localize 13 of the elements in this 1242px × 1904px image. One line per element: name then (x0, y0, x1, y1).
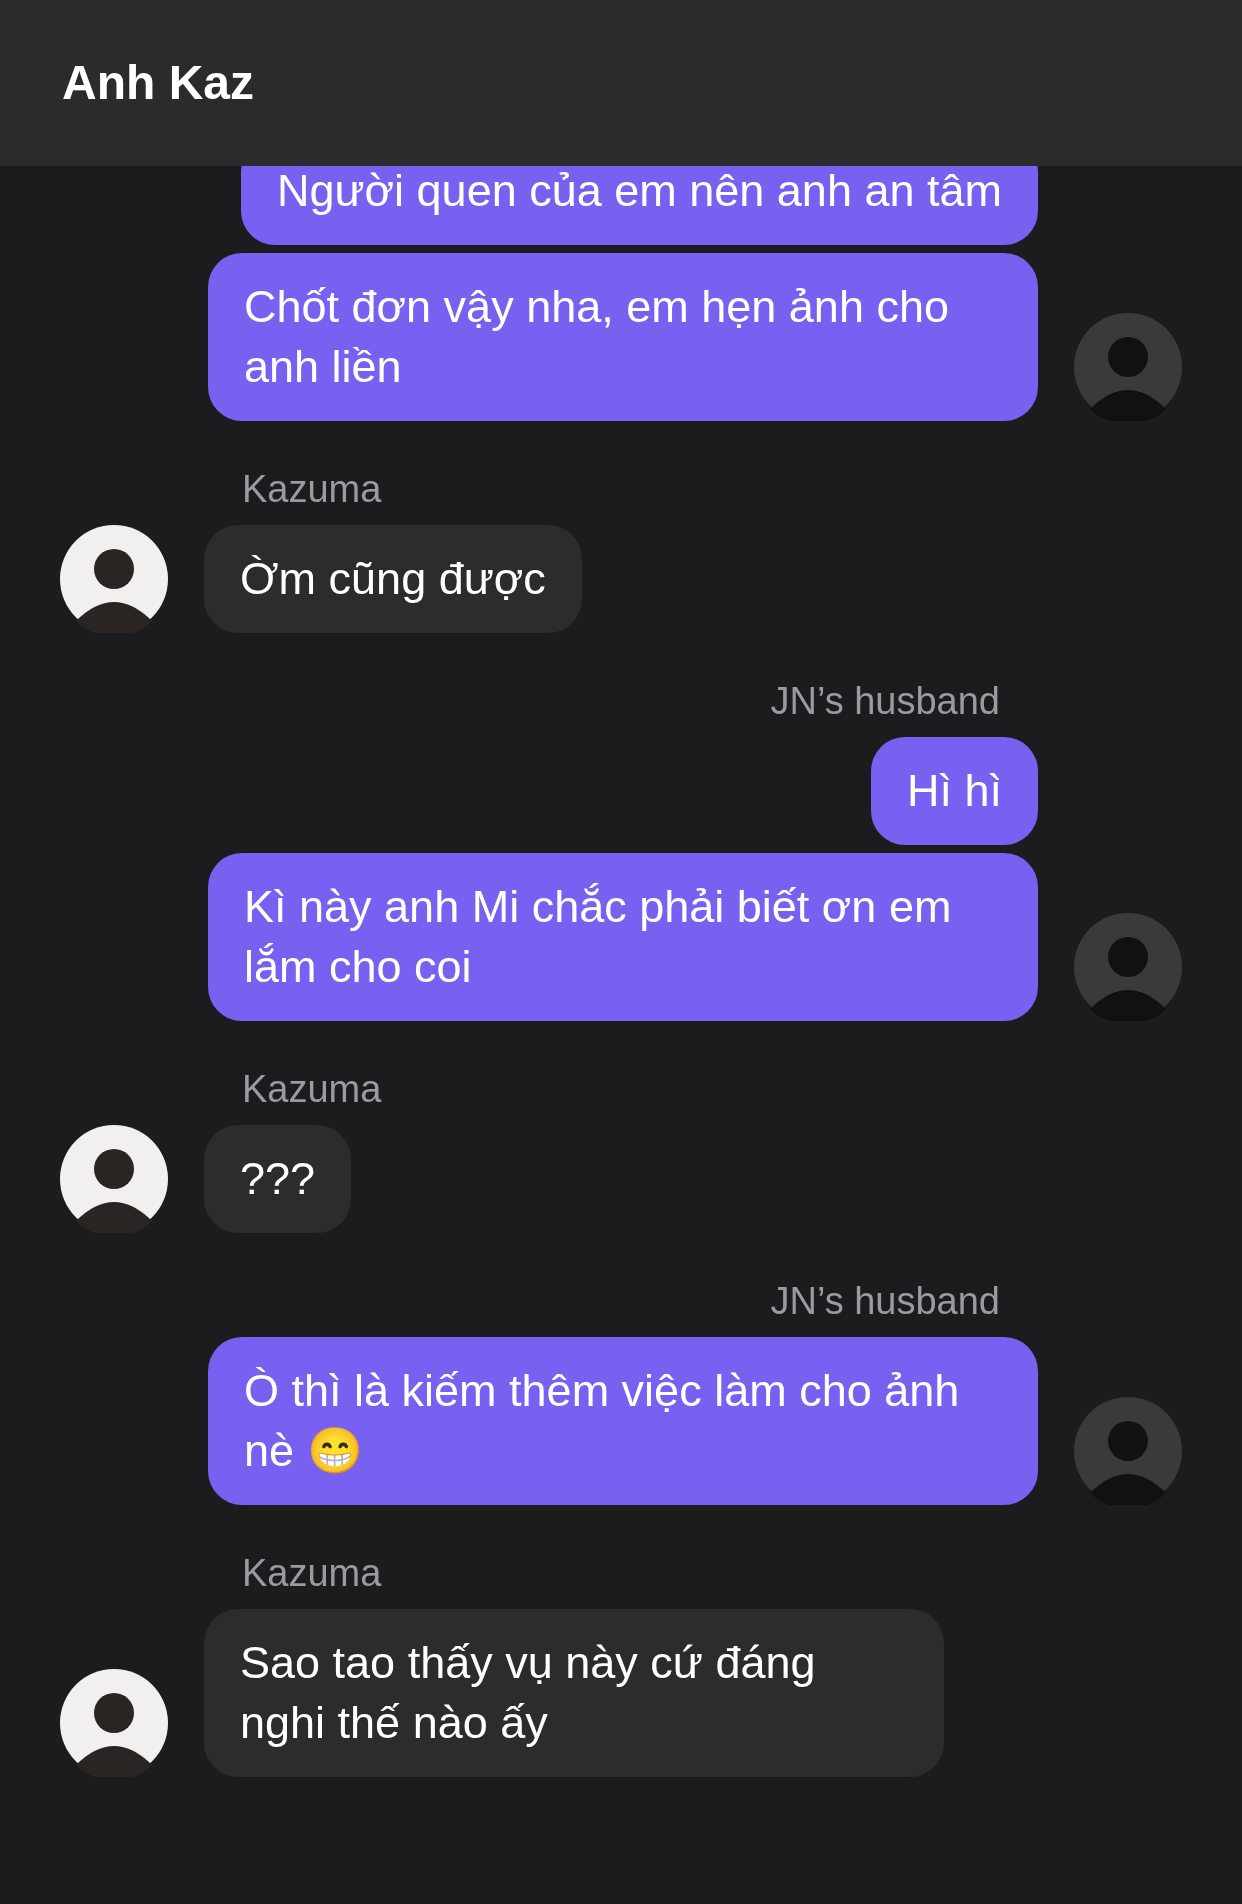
message-bubble: Chốt đơn vậy nha, em hẹn ảnh cho anh liền (208, 253, 1038, 421)
message-bubble: Hì hì (870, 737, 1038, 845)
sender-name: Kazuma (242, 467, 382, 511)
message-bubble: Kì này anh Mi chắc phải biết ơn em lắm cho coi (208, 853, 1038, 1021)
chat-title: Anh Kaz (62, 55, 254, 111)
message-bubble: ??? (204, 1125, 352, 1233)
message-bubble: Ờm cũng được (204, 525, 582, 633)
message-bubble: Sao tao thấy vụ này cứ đáng nghi thế nào ấy (204, 1609, 944, 1777)
sender-name: JN’s husband (770, 679, 1000, 723)
sender-name: Kazuma (242, 1067, 382, 1111)
sender-name: Kazuma (242, 1551, 382, 1595)
sender-name: JN’s husband (770, 1279, 1000, 1323)
message-bubble: Ò thì là kiếm thêm việc làm cho ảnh nè 😁 (208, 1337, 1038, 1505)
